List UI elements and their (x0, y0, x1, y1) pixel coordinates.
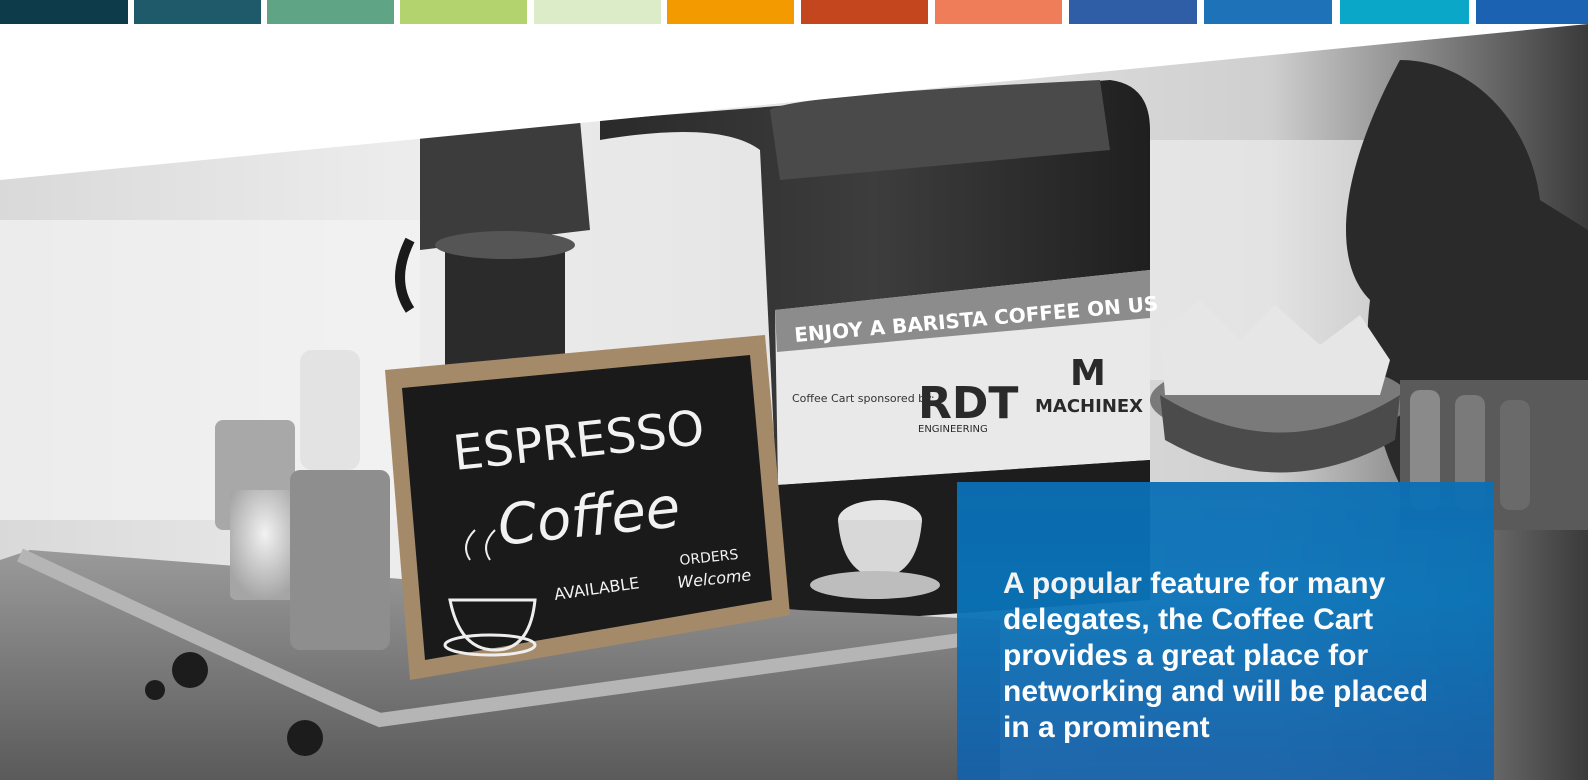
sponsored-by-label: Coffee Cart sponsored by: (792, 392, 935, 405)
sponsor2-logo: M (1070, 353, 1106, 394)
color-swatch (1069, 0, 1197, 24)
color-swatch (0, 0, 128, 24)
color-swatch (1340, 0, 1469, 24)
color-swatch (267, 0, 394, 24)
color-swatch (534, 0, 661, 24)
color-stripe-bar (0, 0, 1588, 24)
color-swatch (400, 0, 527, 24)
callout-text: A popular feature for many delegates, th… (1003, 567, 1429, 744)
sponsor1-sub: ENGINEERING (918, 424, 988, 435)
color-swatch (935, 0, 1062, 24)
color-swatch (1204, 0, 1332, 24)
sponsor1-logo: RDT (918, 378, 1018, 429)
sponsor2-name: MACHINEX (1035, 396, 1143, 417)
color-swatch (134, 0, 261, 24)
color-swatch (667, 0, 794, 24)
color-swatch (801, 0, 928, 24)
color-swatch (1476, 0, 1588, 24)
callout-box: A popular feature for many delegates, th… (957, 482, 1494, 780)
